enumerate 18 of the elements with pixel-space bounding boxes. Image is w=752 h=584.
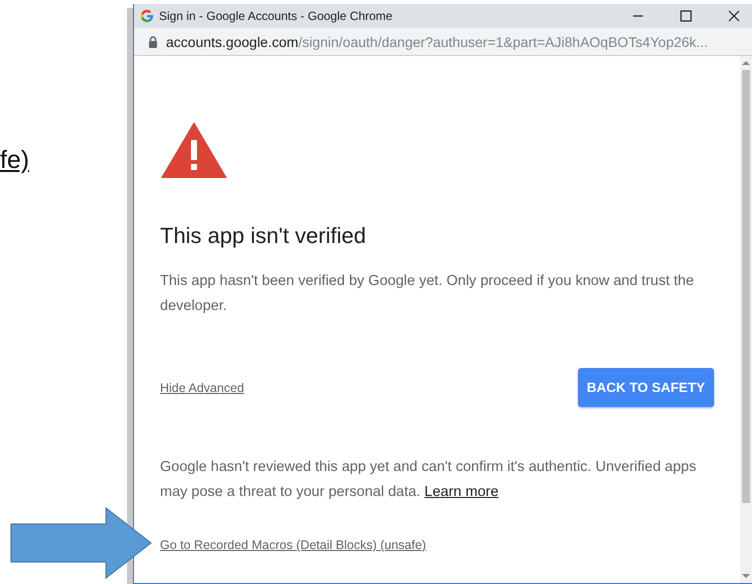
maximize-icon[interactable]: [680, 10, 692, 22]
warning-text: This app hasn't been verified by Google yet. Only proceed if you know and trust the developer.: [160, 272, 695, 316]
close-icon[interactable]: [728, 10, 740, 22]
scrollbar-thumb[interactable]: [742, 70, 750, 503]
link-text: fe): [0, 146, 30, 175]
learn-more-link[interactable]: Learn more: [424, 484, 499, 500]
proceed-unsafe-link[interactable]: Go to Recorded Macros (Detail Blocks) (unsafe): [160, 538, 426, 552]
page-heading: This app isn't verified: [160, 223, 366, 249]
scroll-down-icon[interactable]: [742, 573, 750, 579]
window-title: Sign in - Google Accounts - Google Chrome: [159, 9, 394, 23]
details-text: Google hasn't reviewed this app yet and can't confirm it's authentic. Unverified apps may pose a threat to your personal data. Learn more: [160, 458, 698, 502]
hide-advanced-link[interactable]: Hide Advanced: [160, 380, 244, 394]
google-logo-icon: [140, 9, 154, 23]
warning-icon: [160, 121, 228, 179]
scroll-up-icon[interactable]: [742, 60, 750, 66]
lock-icon: [148, 36, 158, 48]
back-to-safety-button[interactable]: BACK TO SAFETY: [578, 368, 714, 407]
scrollbar[interactable]: [740, 56, 752, 583]
